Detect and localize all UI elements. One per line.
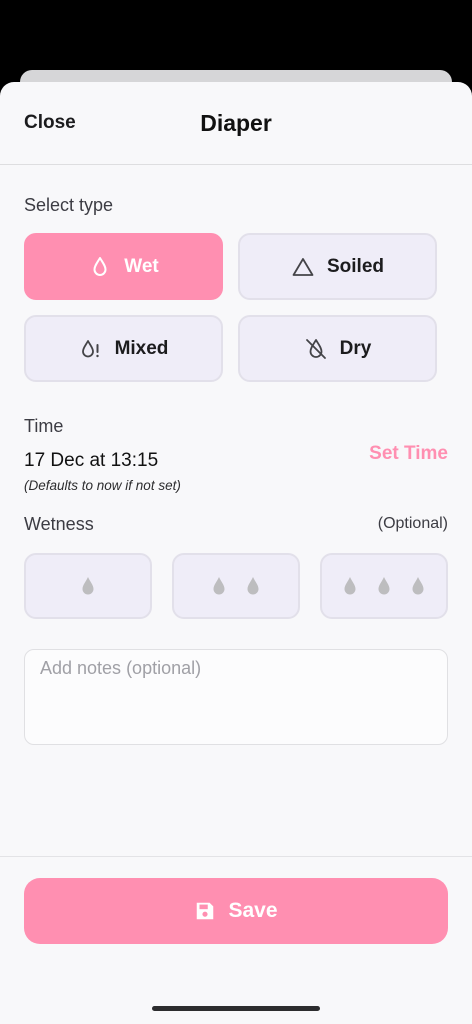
save-button[interactable]: Save	[24, 878, 448, 944]
droplet-icon	[378, 577, 390, 595]
droplet-icon	[344, 577, 356, 595]
time-label: Time	[24, 416, 64, 436]
type-option-dry[interactable]: Dry	[238, 315, 437, 382]
droplet-icon	[93, 256, 107, 276]
page-title: Diaper	[200, 110, 272, 136]
triangle-icon	[292, 257, 314, 276]
type-option-label: Mixed	[114, 337, 169, 359]
type-option-soiled[interactable]: Soiled	[238, 233, 437, 300]
notes-input[interactable]	[24, 649, 448, 745]
home-indicator	[152, 1006, 320, 1011]
type-option-wet[interactable]: Wet	[24, 233, 223, 300]
save-button-label: Save	[228, 899, 278, 922]
select-type-label: Select type	[24, 195, 114, 215]
wetness-label: Wetness	[24, 514, 94, 534]
type-option-label: Soiled	[326, 255, 384, 277]
footer-divider	[0, 856, 472, 857]
droplet-icon	[412, 577, 424, 595]
wetness-level-2-button[interactable]	[172, 553, 300, 619]
wetness-level-1-button[interactable]	[24, 553, 152, 619]
time-hint: (Defaults to now if not set)	[24, 478, 181, 493]
droplet-icon	[247, 577, 259, 595]
wetness-optional-label: (Optional)	[377, 515, 448, 532]
droplet-icon	[213, 577, 225, 595]
type-option-label: Dry	[339, 337, 372, 359]
type-option-mixed[interactable]: Mixed	[24, 315, 223, 382]
wetness-level-3-button[interactable]	[320, 553, 448, 619]
droplet-off-icon	[305, 338, 326, 359]
droplet-icon	[82, 577, 94, 595]
floppy-disk-icon	[197, 902, 214, 920]
droplet-alert-icon	[81, 339, 99, 357]
sheet-header: Close Diaper	[0, 82, 472, 165]
type-option-label: Wet	[124, 255, 159, 277]
set-time-button[interactable]: Set Time	[369, 443, 448, 465]
diaper-sheet: Close Diaper Select type Wet Soiled Mixe…	[0, 82, 472, 1024]
time-value: 17 Dec at 13:15	[24, 450, 159, 471]
